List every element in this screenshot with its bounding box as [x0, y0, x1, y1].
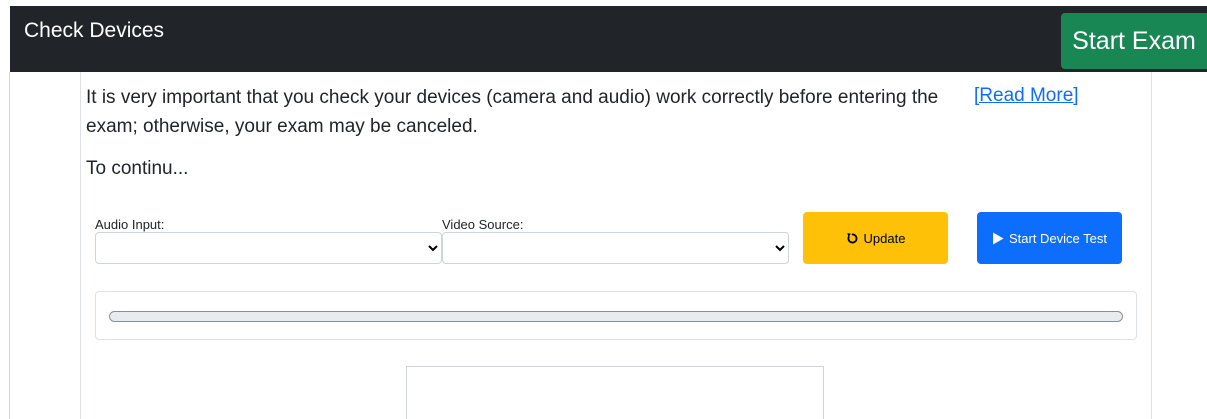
continue-text: To continu...: [86, 158, 189, 179]
device-test-progress-bar: [109, 311, 1123, 322]
page: Check Devices Start Exam It is very impo…: [0, 0, 1207, 419]
play-icon: [992, 232, 1004, 245]
update-button[interactable]: Update: [803, 212, 948, 264]
left-border: [9, 72, 10, 419]
audio-input-label: Audio Input:: [95, 217, 165, 232]
start-device-test-label: Start Device Test: [1008, 230, 1108, 246]
audio-input-select[interactable]: [95, 232, 442, 264]
video-preview: [406, 366, 824, 419]
page-title: Check Devices: [24, 19, 165, 42]
start-exam-button[interactable]: Start Exam: [1061, 13, 1207, 69]
start-device-test-button[interactable]: Start Device Test: [977, 212, 1122, 264]
update-label: Update: [863, 230, 906, 246]
video-source-select[interactable]: [442, 232, 789, 264]
progress-panel: [95, 291, 1137, 340]
undo-icon: [846, 232, 859, 245]
notice-text: It is very important that you check your…: [86, 87, 939, 137]
read-more-link[interactable]: [Read More]: [974, 83, 1079, 109]
header-bar: Check Devices Start Exam: [10, 6, 1207, 72]
video-source-label: Video Source:: [442, 217, 524, 232]
